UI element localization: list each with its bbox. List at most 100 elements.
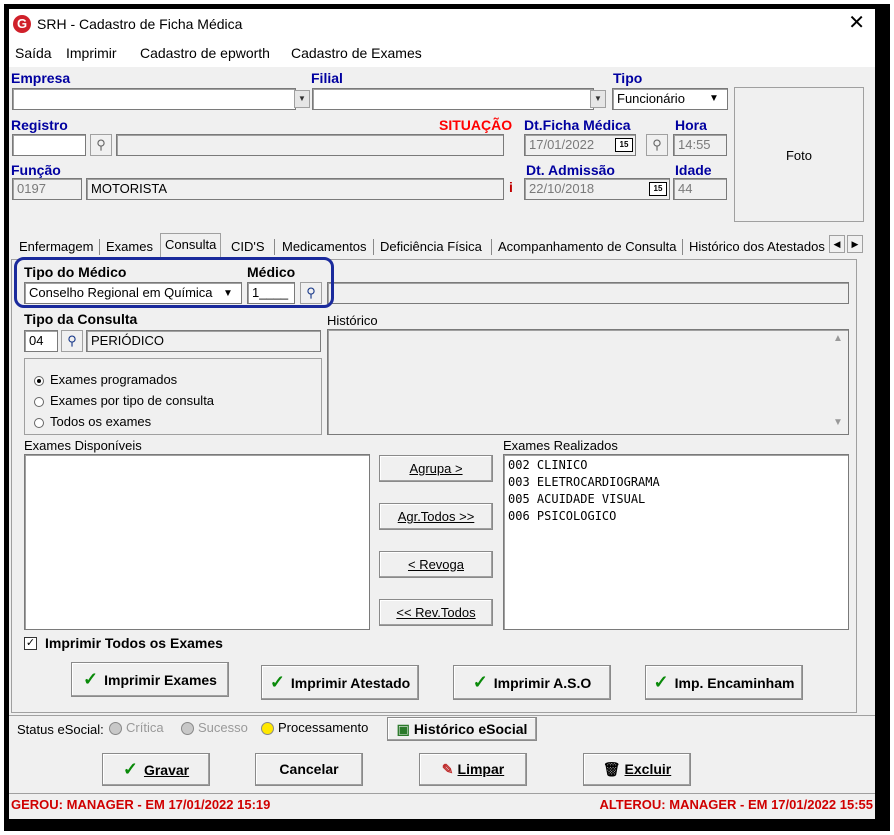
trash-icon: 🗑 [602, 761, 621, 777]
limpar-button[interactable]: ✎ Limpar [419, 753, 527, 786]
imp-encaminham-label: Imp. Encaminham [674, 675, 795, 691]
status-circle-icon [181, 722, 194, 736]
scroll-down-icon[interactable]: ▼ [833, 417, 843, 428]
close-button[interactable]: ✕ [848, 12, 865, 34]
tab-separator [682, 239, 683, 255]
empresa-dropdown-icon[interactable]: ▼ [294, 90, 310, 108]
funcao-name-field: MOTORISTA [86, 178, 504, 200]
tab-acompanhamento[interactable]: Acompanhamento de Consulta [494, 236, 681, 258]
tab-scroll-right-icon[interactable]: ▶ [847, 235, 863, 253]
radio-exames-programados[interactable]: Exames programados [34, 372, 177, 387]
binoculars-icon[interactable]: ⚲ [90, 134, 112, 156]
dt-ficha-label: Dt.Ficha Médica [524, 117, 631, 133]
tab-historico-atestados[interactable]: Histórico dos Atestados [685, 236, 829, 258]
rev-todos-button[interactable]: << Rev.Todos [379, 599, 493, 626]
hora-input[interactable]: 14:55 [673, 134, 727, 156]
gravar-label: Gravar [143, 762, 190, 778]
funcao-code-input[interactable]: 0197 [12, 178, 82, 200]
menu-cadastro-exames[interactable]: Cadastro de Exames [291, 45, 422, 61]
calendar-icon[interactable]: 15 [649, 182, 667, 196]
status-critica-label: Crítica [126, 720, 164, 735]
filial-select[interactable] [312, 88, 594, 110]
radio-selected-icon [34, 375, 44, 386]
list-item[interactable]: 003 ELETROCARDIOGRAMA [508, 474, 844, 491]
excluir-button[interactable]: 🗑 Excluir [583, 753, 691, 786]
info-icon[interactable]: i [509, 179, 513, 195]
historico-textarea[interactable] [327, 329, 849, 435]
idade-input: 44 [673, 178, 727, 200]
binoculars-icon[interactable]: ⚲ [646, 134, 668, 156]
situacao-label: SITUAÇÃO [439, 117, 513, 133]
radio-icon [34, 417, 44, 428]
menu-imprimir[interactable]: Imprimir [66, 45, 117, 61]
excluir-label: Excluir [624, 761, 672, 777]
radio-label: Exames por tipo de consulta [50, 393, 215, 408]
medico-name-field [327, 282, 849, 304]
tab-exames[interactable]: Exames [102, 236, 157, 258]
tipo-consulta-label: Tipo da Consulta [24, 311, 138, 327]
registro-input[interactable] [12, 134, 86, 156]
radio-todos-exames[interactable]: Todos os exames [34, 414, 151, 429]
radio-label: Exames programados [50, 372, 178, 387]
tab-separator [491, 239, 492, 255]
gravar-button[interactable]: ✓ Gravar [102, 753, 210, 786]
imprimir-aso-button[interactable]: ✓ Imprimir A.S.O [453, 665, 611, 700]
cancelar-button[interactable]: Cancelar [255, 753, 363, 786]
imprimir-exames-label: Imprimir Exames [104, 672, 217, 688]
calendar-icon[interactable]: 15 [615, 138, 633, 152]
limpar-label: Limpar [457, 761, 505, 777]
status-circle-icon [261, 722, 274, 736]
list-item[interactable]: 006 PSICOLOGICO [508, 508, 844, 525]
menu-cadastro-epworth[interactable]: Cadastro de epworth [140, 45, 270, 61]
binoculars-icon[interactable]: ⚲ [61, 330, 83, 352]
imprimir-exames-button[interactable]: ✓ Imprimir Exames [71, 662, 229, 697]
historico-label: Histórico [327, 313, 378, 328]
checkmark-icon: ✓ [83, 669, 99, 689]
imprimir-todos-checkbox[interactable]: ✓ [24, 637, 37, 650]
tab-enfermagem[interactable]: Enfermagem [15, 236, 97, 258]
historico-esocial-label: Histórico eSocial [413, 721, 528, 737]
tipo-label: Tipo [613, 70, 643, 86]
imp-encaminham-button[interactable]: ✓ Imp. Encaminham [645, 665, 803, 700]
checkmark-icon: ✓ [472, 672, 488, 692]
alterou-text: ALTEROU: MANAGER - EM 17/01/2022 15:55 [599, 797, 873, 812]
list-item[interactable]: 005 ACUIDADE VISUAL [508, 491, 844, 508]
tab-medicamentos[interactable]: Medicamentos [278, 236, 371, 258]
status-sucesso: Sucesso [177, 720, 248, 736]
radio-exames-por-tipo[interactable]: Exames por tipo de consulta [34, 393, 214, 408]
historico-esocial-button[interactable]: ▣ Histórico eSocial [387, 717, 537, 741]
esocial-status-label: Status eSocial: [17, 722, 104, 737]
tab-cids[interactable]: CID'S [227, 236, 269, 258]
radio-icon [34, 396, 44, 407]
menu-bar: Saída Imprimir Cadastro de epworth Cadas… [9, 39, 875, 67]
highlight-box [14, 257, 334, 308]
list-item[interactable]: 002 CLINICO [508, 457, 844, 474]
title-bar: G SRH - Cadastro de Ficha Médica ✕ [9, 9, 875, 39]
tipo-dropdown-icon[interactable]: ▼ [709, 93, 719, 104]
agrupa-button[interactable]: Agrupa > [379, 455, 493, 482]
window-title: SRH - Cadastro de Ficha Médica [37, 16, 243, 32]
tab-separator [99, 239, 100, 255]
dt-admissao-label: Dt. Admissão [526, 162, 615, 178]
menu-saida[interactable]: Saída [15, 45, 52, 61]
exames-disponiveis-list[interactable] [24, 454, 370, 630]
empresa-select[interactable] [12, 88, 296, 110]
status-processamento-label: Processamento [278, 720, 369, 735]
main-window: G SRH - Cadastro de Ficha Médica ✕ Saída… [9, 9, 875, 819]
imprimir-atestado-button[interactable]: ✓ Imprimir Atestado [261, 665, 419, 700]
exames-disponiveis-label: Exames Disponíveis [24, 438, 142, 453]
registro-name-field [116, 134, 504, 156]
app-logo-icon: G [13, 15, 31, 33]
revoga-button[interactable]: < Revoga [379, 551, 493, 578]
footer-bar: GEROU: MANAGER - EM 17/01/2022 15:19 ALT… [9, 793, 875, 815]
tab-scroll-left-icon[interactable]: ◀ [829, 235, 845, 253]
scroll-up-icon[interactable]: ▲ [833, 333, 843, 344]
filial-dropdown-icon[interactable]: ▼ [590, 90, 606, 108]
exames-realizados-list[interactable]: 002 CLINICO 003 ELETROCARDIOGRAMA 005 AC… [503, 454, 849, 630]
imprimir-todos-label: Imprimir Todos os Exames [45, 635, 223, 651]
foto-box[interactable]: Foto [734, 87, 864, 222]
tab-deficiencia-fisica[interactable]: Deficiência Física [376, 236, 486, 258]
agr-todos-button[interactable]: Agr.Todos >> [379, 503, 493, 530]
tipo-consulta-code-input[interactable]: 04 [24, 330, 58, 352]
tab-consulta[interactable]: Consulta [160, 233, 222, 260]
